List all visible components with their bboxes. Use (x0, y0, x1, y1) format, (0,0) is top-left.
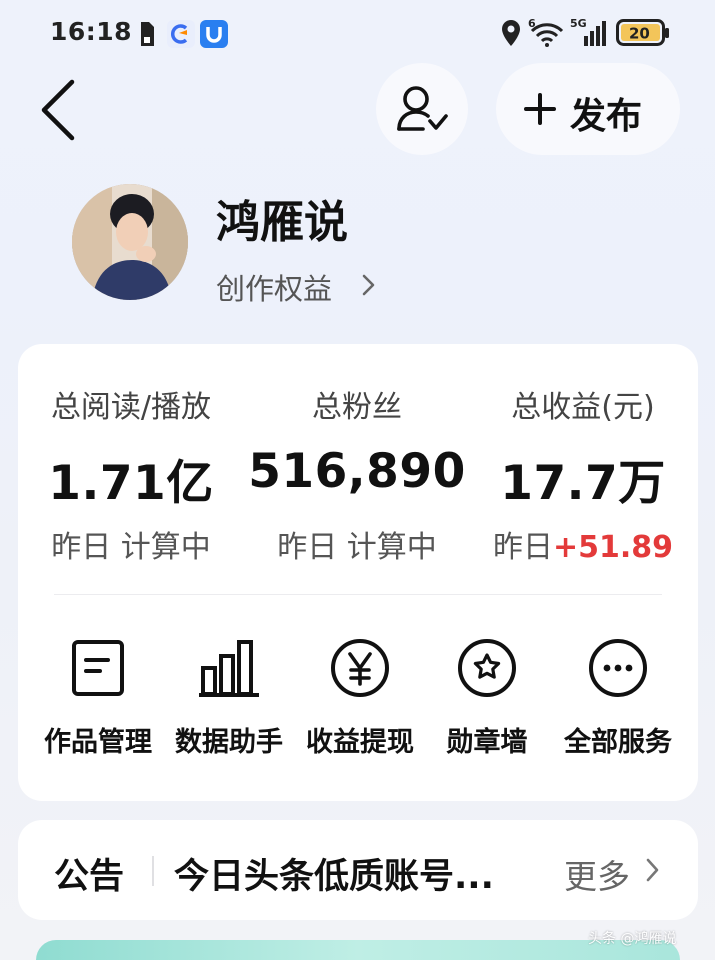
battery-icon: 20 (616, 19, 669, 46)
announcement-text[interactable]: 今日头条低质账号... (174, 848, 544, 899)
plus-icon (524, 93, 556, 125)
service-earnings-withdraw[interactable]: 收益提现 (292, 638, 428, 768)
stat-yesterday: 昨日 计算中 (244, 522, 470, 566)
stat-yesterday-value: 计算中 (346, 530, 437, 565)
stat-yesterday: 昨日 计算中 (18, 522, 244, 566)
location-icon (502, 20, 520, 46)
stat-yesterday-prefix: 昨日 (277, 530, 347, 565)
stat-yesterday: 昨日+51.89 (470, 522, 696, 566)
announcement-bar[interactable]: 公告 今日头条低质账号... 更多 (18, 820, 698, 920)
chevron-right-icon (646, 858, 659, 882)
network-type: 5G (570, 17, 587, 30)
chevron-left-icon (41, 79, 75, 141)
badge-star-icon (458, 639, 516, 697)
watermark: 头条 @鸿雁说 (588, 931, 677, 947)
stat-yesterday-value: 计算中 (120, 530, 211, 565)
service-works-management[interactable]: 作品管理 (30, 638, 166, 768)
wifi-icon: 6 (528, 17, 564, 47)
service-badge-wall[interactable]: 勋章墙 (419, 638, 555, 768)
stat-yesterday-delta: +51.89 (552, 530, 674, 565)
avatar[interactable] (72, 184, 188, 300)
stat-label: 总收益(元) (511, 390, 655, 425)
service-label: 全部服务 (564, 727, 672, 758)
stat-value: 1.71亿 (48, 456, 214, 511)
status-time: 16:18 (50, 17, 133, 46)
stat-value: 516,890 (248, 444, 466, 499)
avatar-photo (72, 184, 188, 300)
announcement-more-link[interactable]: 更多 (564, 850, 630, 898)
shield-app-icon (200, 20, 228, 48)
stat-yesterday-prefix: 昨日 (492, 530, 553, 565)
divider (152, 856, 154, 886)
stat-label: 总阅读/播放 (50, 390, 212, 425)
promo-banner[interactable] (36, 940, 680, 960)
service-data-assistant[interactable]: 数据助手 (161, 638, 297, 768)
battery-level: 20 (629, 25, 650, 43)
stat-label: 总粉丝 (312, 390, 402, 425)
clear-app-icon (167, 20, 195, 48)
bar-chart-icon (199, 640, 259, 697)
announcement-title: 公告 (54, 857, 125, 897)
sim-icon (141, 22, 154, 46)
divider (54, 594, 662, 595)
profile-name: 鸿雁说 (216, 197, 348, 248)
more-icon (589, 639, 647, 697)
service-all-services[interactable]: 全部服务 (550, 638, 686, 768)
status-bar: 16:18 6 5G 20 (0, 0, 715, 66)
stats-card: 总阅读/播放 1.71亿 昨日 计算中 总粉丝 516,890 昨日 计算中 总… (18, 344, 698, 801)
publish-button[interactable]: 发布 (496, 63, 680, 155)
chevron-right-icon (362, 274, 375, 296)
stat-value: 17.7万 (500, 456, 666, 511)
publish-label: 发布 (570, 96, 643, 137)
yen-icon (331, 639, 389, 697)
user-check-icon (397, 86, 448, 131)
follow-manage-button[interactable] (376, 63, 468, 155)
creator-benefits-link[interactable]: 创作权益 (216, 266, 332, 308)
document-icon (72, 640, 124, 696)
signal-icon: 5G (570, 17, 606, 46)
back-button[interactable] (36, 78, 86, 142)
stat-yesterday-prefix: 昨日 (51, 530, 121, 565)
